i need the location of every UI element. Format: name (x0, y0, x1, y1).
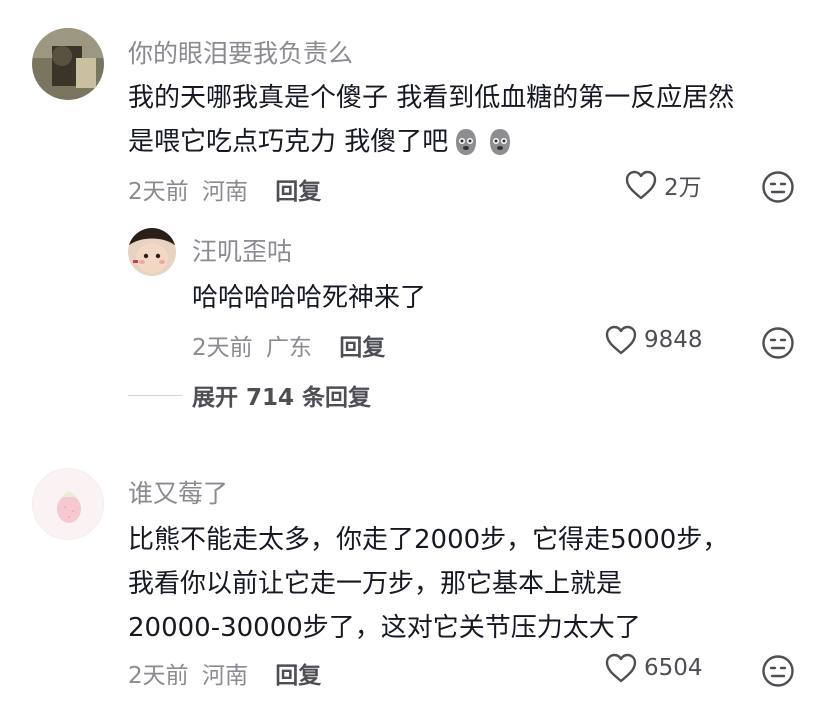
dislike-button[interactable] (761, 170, 795, 204)
comment-line: 我的天哪我真是个傻子 我看到低血糖的第一反应居然 (128, 83, 735, 113)
comment-line-text: 是喂它吃点巧克力 我傻了吧 (128, 127, 449, 157)
comment-text: 比熊不能走太多，你走了2000步，它得走5000步， 我看你以前让它走一万步，那… (128, 518, 728, 650)
like-count: 2万 (664, 175, 702, 201)
avatar[interactable] (32, 468, 104, 540)
avatar[interactable] (32, 28, 104, 100)
comment-time: 2天前 (128, 663, 189, 689)
worried-face-emoji (456, 129, 477, 155)
meh-face-icon (762, 327, 794, 359)
reply-username[interactable]: 汪叽歪咕 (192, 232, 292, 268)
comment-location: 河南 (201, 179, 248, 205)
like-button[interactable]: 6504 (604, 652, 703, 684)
reply-line: 哈哈哈哈哈死神来了 (192, 283, 427, 313)
worried-face-emoji (490, 129, 511, 155)
comment-meta: 2天前 河南 回复 (128, 172, 321, 206)
reply-meta: 2天前 广东 回复 (192, 328, 385, 362)
reply-location: 广东 (265, 335, 312, 361)
comment-line: 20000-30000步了，这对它关节压力太大了 (128, 613, 641, 643)
expand-replies-label: 展开 714 条回复 (192, 385, 372, 411)
like-button[interactable]: 9848 (604, 324, 703, 356)
reply-button[interactable]: 回复 (275, 663, 321, 689)
like-count: 6504 (644, 655, 703, 681)
comment-line: 比熊不能走太多，你走了2000步，它得走5000步， (128, 525, 729, 555)
comment-location: 河南 (201, 663, 248, 689)
comment-username[interactable]: 你的眼泪要我负责么 (128, 34, 353, 70)
expand-replies[interactable]: 展开 714 条回复 (128, 378, 371, 412)
dislike-button[interactable] (761, 326, 795, 360)
comment-line: 是喂它吃点巧克力 我傻了吧 (128, 120, 734, 164)
reply-button[interactable]: 回复 (275, 179, 321, 205)
comment-meta: 2天前 河南 回复 (128, 656, 321, 690)
reply-time: 2天前 (192, 335, 253, 361)
heart-outline-icon (605, 325, 637, 355)
reply-button[interactable]: 回复 (339, 335, 385, 361)
like-count: 9848 (644, 327, 703, 353)
like-button[interactable]: 2万 (624, 168, 702, 202)
meh-face-icon (762, 171, 794, 203)
reply-avatar[interactable] (128, 228, 176, 276)
comment-text: 我的天哪我真是个傻子 我看到低血糖的第一反应居然 是喂它吃点巧克力 我傻了吧 (128, 76, 734, 164)
heart-outline-icon (605, 653, 637, 683)
dislike-button[interactable] (761, 654, 795, 688)
comment-username[interactable]: 谁又莓了 (128, 474, 228, 510)
heart-outline-icon (625, 170, 657, 200)
reply-text: 哈哈哈哈哈死神来了 (192, 276, 426, 320)
expand-divider (128, 394, 182, 396)
comment-time: 2天前 (128, 179, 189, 205)
comment-line: 我看你以前让它走一万步，那它基本上就是 (128, 569, 623, 599)
meh-face-icon (762, 655, 794, 687)
